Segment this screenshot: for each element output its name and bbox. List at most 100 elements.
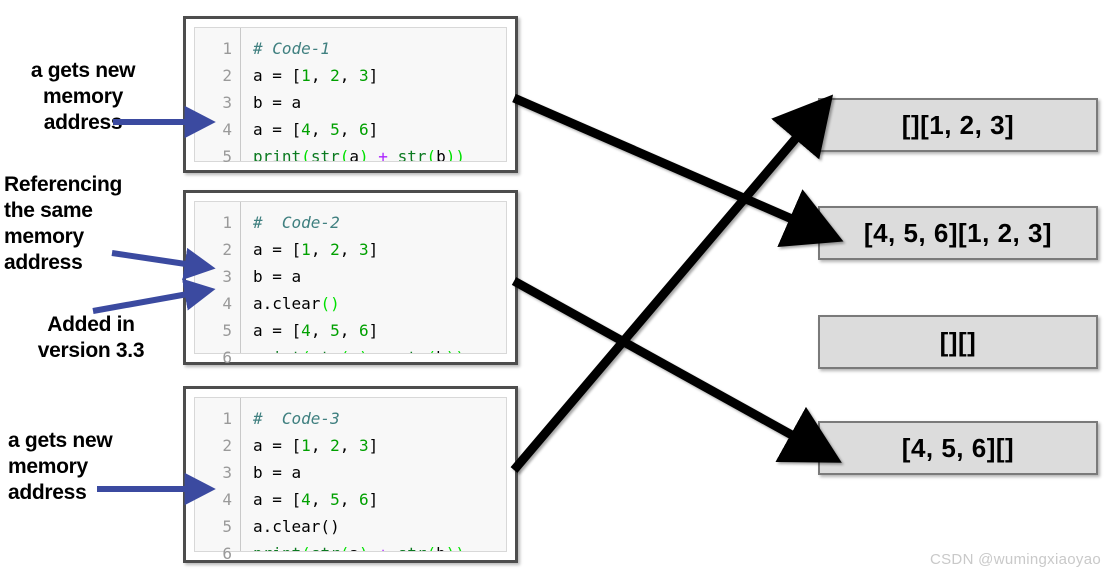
code-token: a = [ [253,321,302,340]
code-line: print(str(a) + str(b)) [253,344,506,353]
code-token: ( [426,544,436,551]
code-block-2[interactable]: 1 2 3 4 5 6 # Code-2 a = [1, 2, 3] b = a a.… [183,190,518,367]
code-token: print [253,147,302,161]
code-token: ] [368,120,379,139]
code-token: 2 [330,436,340,455]
line-number: 5 [222,321,232,340]
code-token: , [310,66,331,85]
output-box-1-text: [][1, 2, 3] [901,109,1015,140]
annotation-added-in-version: Added in version 3.3 [37,313,145,362]
code-block-3[interactable]: 1 2 3 4 5 6 # Code-3 a = [1, 2, 3] b = aa … [183,386,518,563]
annotation-a-gets-new-memory-address-top: a gets new memory address [30,59,136,134]
code-token: ( [301,544,311,551]
code-token: 5 [330,490,340,509]
output-box-4[interactable]: [4, 5, 6][] [818,421,1098,475]
code-line: b = a [253,459,506,486]
code-line: a.clear() [253,290,506,317]
code-token: b [436,348,446,353]
code-token: print [253,544,301,551]
line-number: 5 [222,517,232,536]
code-line: b = a [253,89,506,116]
code-line: # Code-2 [253,209,506,236]
code-token: a [349,348,359,353]
code-block-3-inner: 1 2 3 4 5 6 # Code-3 a = [1, 2, 3] b = aa … [194,397,507,563]
code-token: str [398,544,427,551]
code-token: 4 [301,490,311,509]
line-number: 2 [222,66,232,85]
code-token: , [339,436,359,455]
code-block-1-inner: 1 2 3 4 5 # Code-1 a = [1, 2, 3] b = a a = … [194,27,507,166]
output-box-3[interactable]: [][] [818,315,1098,369]
code-token: 6 [358,120,369,139]
code-block-2-gutter: 1 2 3 4 5 6 [195,202,241,367]
code-line: print(str(a) + str(b)) [253,540,506,551]
code-token: ) [359,147,369,161]
code-token: 1 [301,240,311,259]
code-token: a = [ [253,120,302,139]
code-token: print [253,348,301,353]
arrow-code1-to-output2 [512,93,844,247]
code-token: ) [446,544,456,551]
line-number: 4 [222,294,232,313]
connector-arrows-group [510,93,844,473]
code-token: () [320,294,340,313]
code-token: ] [368,240,379,259]
code-token: , [339,490,359,509]
arrow-code3-to-output1 [510,94,834,473]
code-token: ] [368,66,379,85]
line-number: 2 [222,436,232,455]
code-token: 4 [301,120,311,139]
output-box-3-text: [][] [939,326,977,357]
code-line: a = [1, 2, 3] [253,432,506,459]
code-token: a [349,147,359,161]
code-token: b [436,544,446,551]
code-token: 2 [330,240,340,259]
code-block-2-lines: # Code-2 a = [1, 2, 3] b = a a.clear() a = [… [241,202,506,353]
code-token: 1 [301,66,311,85]
code-line: a = [1, 2, 3] [253,62,506,89]
code-token: , [339,321,359,340]
line-number: 3 [222,267,232,286]
line-number: 5 [222,147,232,166]
annotation-referencing-same-memory-address: Referencing the same memory address [4,173,123,274]
line-number: 3 [222,93,232,112]
code-token: ) [359,348,369,353]
code-token: # Code-1 [253,39,331,58]
line-number: 1 [222,409,232,428]
code-token: 6 [358,490,369,509]
code-token: b = a [253,93,302,112]
code-token: a = [ [253,490,302,509]
output-box-2[interactable]: [4, 5, 6][1, 2, 3] [818,206,1098,260]
line-number: 1 [222,39,232,58]
code-token: a [349,544,359,551]
code-token: + [378,147,388,161]
code-token: ) [445,147,456,161]
code-token: , [310,321,331,340]
output-box-1[interactable]: [][1, 2, 3] [818,98,1098,152]
code-token: 6 [358,321,369,340]
code-token: str [310,147,340,161]
code-token: , [339,120,359,139]
code-token: ] [368,490,379,509]
code-token: a.clear [253,294,321,313]
code-line: a = [4, 5, 6] [253,116,506,143]
code-token: a = [ [253,436,302,455]
code-token: a.clear() [253,517,340,536]
code-token: # Code-2 [253,213,340,232]
code-token: , [310,240,331,259]
line-number: 3 [222,463,232,482]
diagram-canvas: a gets new memory address Referencing th… [0,0,1113,576]
line-number: 6 [222,348,232,367]
code-token: ( [426,147,437,161]
code-token: str [311,544,340,551]
code-token: , [310,436,331,455]
line-number: 6 [222,544,232,563]
code-block-1[interactable]: 1 2 3 4 5 # Code-1 a = [1, 2, 3] b = a a = … [183,16,518,173]
code-token: ( [339,147,350,161]
annotation-arrows-group [92,105,216,506]
code-line: a = [4, 5, 6] [253,317,506,344]
